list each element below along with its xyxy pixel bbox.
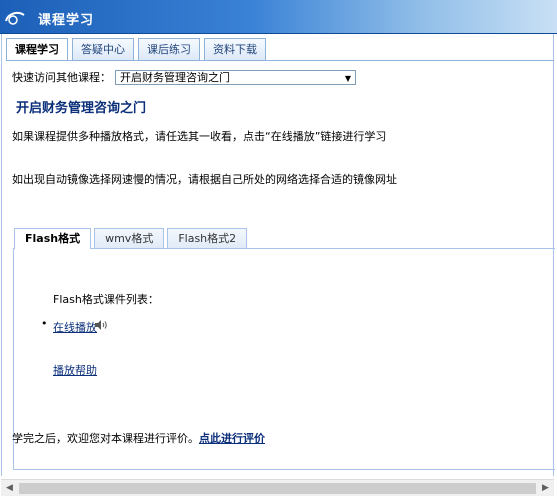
play-help-link[interactable]: 播放帮助 — [53, 362, 97, 378]
tab-wmv-format[interactable]: wmv格式 — [94, 228, 165, 248]
tab-downloads[interactable]: 资料下载 — [204, 38, 266, 60]
scroll-right-icon[interactable]: ▶ — [537, 480, 554, 497]
instruction-text: 如果课程提供多种播放格式，请任选其一收看，点击“在线播放”链接进行学习 — [12, 130, 387, 143]
evaluation-row: 学完之后，欢迎您对本课程进行评价。点此进行评价 — [12, 430, 265, 446]
tab-flash-format[interactable]: Flash格式 — [14, 228, 92, 249]
speaker-icon — [95, 320, 107, 330]
quick-access-label: 快速访问其他课程： — [12, 71, 111, 84]
quick-access-row: 快速访问其他课程： 开启财务管理咨询之门 ▼ — [12, 69, 356, 85]
course-select[interactable]: 开启财务管理咨询之门 ▼ — [115, 69, 356, 85]
course-select-value: 开启财务管理咨询之门 — [120, 70, 230, 84]
scrollbar-thumb[interactable] — [19, 483, 536, 494]
format-tab-bar: Flash格式 wmv格式 Flash格式2 — [14, 228, 250, 249]
tab-divider — [6, 60, 554, 61]
scroll-left-icon[interactable]: ◀ — [1, 480, 18, 497]
online-play-link[interactable]: 在线播放 — [53, 319, 97, 335]
tab-course-study[interactable]: 课程学习 — [6, 38, 68, 61]
tab-qa-center[interactable]: 答疑中心 — [72, 38, 134, 60]
evaluation-text: 学完之后，欢迎您对本课程进行评价。 — [12, 432, 199, 445]
mirror-note-text: 如出现自动镜像选择网速慢的情况，请根据自己所处的网络选择合适的镜像网址 — [12, 173, 397, 186]
tab-exercises[interactable]: 课后练习 — [138, 38, 200, 60]
evaluate-link[interactable]: 点此进行评价 — [199, 432, 265, 445]
tab-flash-format-2[interactable]: Flash格式2 — [167, 228, 248, 248]
courseware-list-title: Flash格式课件列表： — [53, 293, 159, 306]
dropdown-arrow-icon[interactable]: ▼ — [345, 72, 351, 85]
page-title: 课程学习 — [38, 13, 95, 28]
title-bar: 课程学习 — [0, 0, 557, 34]
main-tab-bar: 课程学习 答疑中心 课后练习 资料下载 — [6, 38, 270, 61]
course-title: 开启财务管理咨询之门 — [16, 101, 147, 116]
logo-icon — [5, 12, 25, 25]
list-bullet: • — [41, 317, 48, 330]
horizontal-scrollbar[interactable]: ◀ ▶ — [1, 479, 554, 496]
